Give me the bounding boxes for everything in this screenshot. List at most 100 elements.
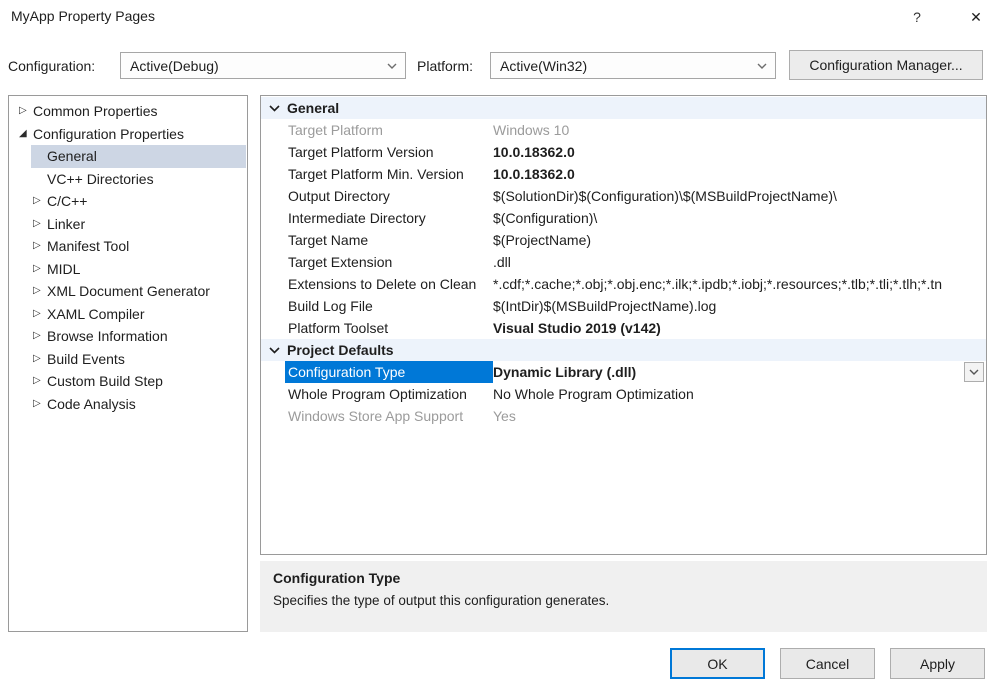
property-value: Windows 10 (493, 122, 570, 138)
platform-dropdown[interactable]: Active(Win32) (490, 52, 776, 79)
property-row-target-platform[interactable]: Target Platform Windows 10 (261, 119, 986, 141)
sidebar-item-midl[interactable]: ▷ MIDL (9, 258, 247, 281)
property-label: Target Platform Min. Version (288, 166, 464, 182)
sidebar-item-code-analysis[interactable]: ▷ Code Analysis (9, 393, 247, 416)
configuration-dropdown-value: Active(Debug) (130, 57, 219, 74)
tree-item-label: Common Properties (33, 103, 158, 120)
sidebar-item-general[interactable]: General (9, 145, 247, 168)
tree-item-label: Configuration Properties (33, 125, 184, 142)
section-header-project-defaults[interactable]: Project Defaults (261, 339, 986, 361)
configuration-dropdown[interactable]: Active(Debug) (120, 52, 406, 79)
property-value[interactable]: Visual Studio 2019 (v142) (493, 320, 986, 336)
property-row-windows-store-app-support[interactable]: Windows Store App Support Yes (261, 405, 986, 427)
property-row-configuration-type[interactable]: Configuration Type Dynamic Library (.dll… (261, 361, 986, 383)
tree-item-label: Linker (47, 215, 86, 232)
expander-collapsed-icon[interactable]: ▷ (33, 376, 47, 386)
help-icon[interactable]: ? (905, 5, 929, 29)
property-grid: General Target Platform Windows 10 Targe… (260, 95, 987, 555)
property-value[interactable]: $(SolutionDir)$(Configuration)\$(MSBuild… (493, 188, 986, 204)
property-label: Output Directory (288, 188, 390, 204)
property-row-build-log-file[interactable]: Build Log File $(IntDir)$(MSBuildProject… (261, 295, 986, 317)
property-label: Platform Toolset (288, 320, 389, 336)
chevron-down-icon (387, 63, 397, 69)
property-value[interactable]: .dll (493, 254, 986, 270)
property-value[interactable]: $(IntDir)$(MSBuildProjectName).log (493, 298, 986, 314)
sidebar-item-custom-build-step[interactable]: ▷ Custom Build Step (9, 370, 247, 393)
tree-item-label: VC++ Directories (47, 170, 154, 187)
property-row-target-extension[interactable]: Target Extension .dll (261, 251, 986, 273)
property-value[interactable]: Dynamic Library (.dll) (493, 364, 986, 380)
section-header-general[interactable]: General (261, 97, 986, 119)
platform-label: Platform: (417, 58, 474, 74)
section-title: General (287, 100, 340, 116)
tree-item-label: C/C++ (47, 193, 88, 210)
expander-expanded-icon[interactable]: ◢ (19, 128, 33, 139)
tree-item-label: Manifest Tool (47, 238, 130, 255)
property-row-intermediate-directory[interactable]: Intermediate Directory $(Configuration)\ (261, 207, 986, 229)
expander-collapsed-icon[interactable]: ▷ (33, 331, 47, 341)
property-row-target-platform-min-version[interactable]: Target Platform Min. Version 10.0.18362.… (261, 163, 986, 185)
sidebar-item-manifest-tool[interactable]: ▷ Manifest Tool (9, 235, 247, 258)
property-value[interactable]: *.cdf;*.cache;*.obj;*.obj.enc;*.ilk;*.ip… (493, 276, 986, 292)
property-row-target-name[interactable]: Target Name $(ProjectName) (261, 229, 986, 251)
section-title: Project Defaults (287, 342, 394, 358)
property-row-whole-program-optimization[interactable]: Whole Program Optimization No Whole Prog… (261, 383, 986, 405)
sidebar-item-linker[interactable]: ▷ Linker (9, 213, 247, 236)
property-label: Whole Program Optimization (288, 386, 467, 402)
property-pages-dialog: MyApp Property Pages ? ✕ Configuration: … (0, 0, 999, 687)
property-value: Yes (493, 408, 516, 424)
property-label: Windows Store App Support (288, 408, 464, 424)
sidebar-item-xaml-compiler[interactable]: ▷ XAML Compiler (9, 303, 247, 326)
property-value[interactable]: 10.0.18362.0 (493, 166, 986, 182)
chevron-down-icon[interactable] (269, 104, 280, 112)
sidebar-item-common-properties[interactable]: ▷ Common Properties (9, 100, 247, 123)
value-dropdown-button[interactable] (964, 362, 984, 382)
expander-collapsed-icon[interactable]: ▷ (33, 308, 47, 319)
property-value[interactable]: No Whole Program Optimization (493, 386, 986, 402)
expander-collapsed-icon[interactable]: ▷ (33, 218, 47, 229)
expander-collapsed-icon[interactable]: ▷ (33, 353, 47, 364)
property-label: Target Name (288, 232, 369, 248)
cancel-button[interactable]: Cancel (780, 648, 875, 679)
expander-collapsed-icon[interactable]: ▷ (33, 196, 47, 206)
window-title: MyApp Property Pages (11, 8, 155, 24)
description-panel: Configuration Type Specifies the type of… (260, 561, 987, 632)
expander-collapsed-icon[interactable]: ▷ (19, 106, 33, 116)
apply-button[interactable]: Apply (890, 648, 985, 679)
description-text: Specifies the type of output this config… (273, 593, 610, 608)
close-icon[interactable]: ✕ (963, 5, 989, 29)
property-row-platform-toolset[interactable]: Platform Toolset Visual Studio 2019 (v14… (261, 317, 986, 339)
chevron-down-icon[interactable] (269, 346, 280, 354)
property-row-output-directory[interactable]: Output Directory $(SolutionDir)$(Configu… (261, 185, 986, 207)
property-label: Target Platform (288, 122, 383, 138)
property-label: Extensions to Delete on Clean (288, 276, 477, 292)
expander-collapsed-icon[interactable]: ▷ (33, 241, 47, 251)
property-label: Target Extension (288, 254, 393, 270)
configuration-manager-button[interactable]: Configuration Manager... (789, 50, 983, 80)
sidebar-item-xml-document-generator[interactable]: ▷ XML Document Generator (9, 280, 247, 303)
property-tree: ▷ Common Properties ◢ Configuration Prop… (8, 95, 248, 632)
chevron-down-icon (757, 63, 767, 69)
property-row-extensions-to-delete-on-clean[interactable]: Extensions to Delete on Clean *.cdf;*.ca… (261, 273, 986, 295)
tree-item-label: Code Analysis (47, 395, 136, 412)
sidebar-item-browse-information[interactable]: ▷ Browse Information (9, 325, 247, 348)
property-label: Target Platform Version (288, 144, 434, 160)
ok-button[interactable]: OK (670, 648, 765, 679)
sidebar-item-vcpp-directories[interactable]: VC++ Directories (9, 168, 247, 191)
platform-dropdown-value: Active(Win32) (500, 57, 588, 74)
description-title: Configuration Type (273, 570, 401, 586)
property-value[interactable]: $(Configuration)\ (493, 210, 986, 226)
property-value[interactable]: 10.0.18362.0 (493, 144, 986, 160)
tree-item-label: Build Events (47, 350, 125, 367)
tree-item-label: General (47, 148, 97, 165)
sidebar-item-configuration-properties[interactable]: ◢ Configuration Properties (9, 123, 247, 146)
expander-collapsed-icon[interactable]: ▷ (33, 286, 47, 296)
expander-collapsed-icon[interactable]: ▷ (33, 398, 47, 409)
expander-collapsed-icon[interactable]: ▷ (33, 263, 47, 274)
sidebar-item-c-cpp[interactable]: ▷ C/C++ (9, 190, 247, 213)
tree-item-label: Custom Build Step (47, 373, 163, 390)
property-row-target-platform-version[interactable]: Target Platform Version 10.0.18362.0 (261, 141, 986, 163)
sidebar-item-build-events[interactable]: ▷ Build Events (9, 348, 247, 371)
tree-item-label: Browse Information (47, 328, 168, 345)
property-value[interactable]: $(ProjectName) (493, 232, 986, 248)
